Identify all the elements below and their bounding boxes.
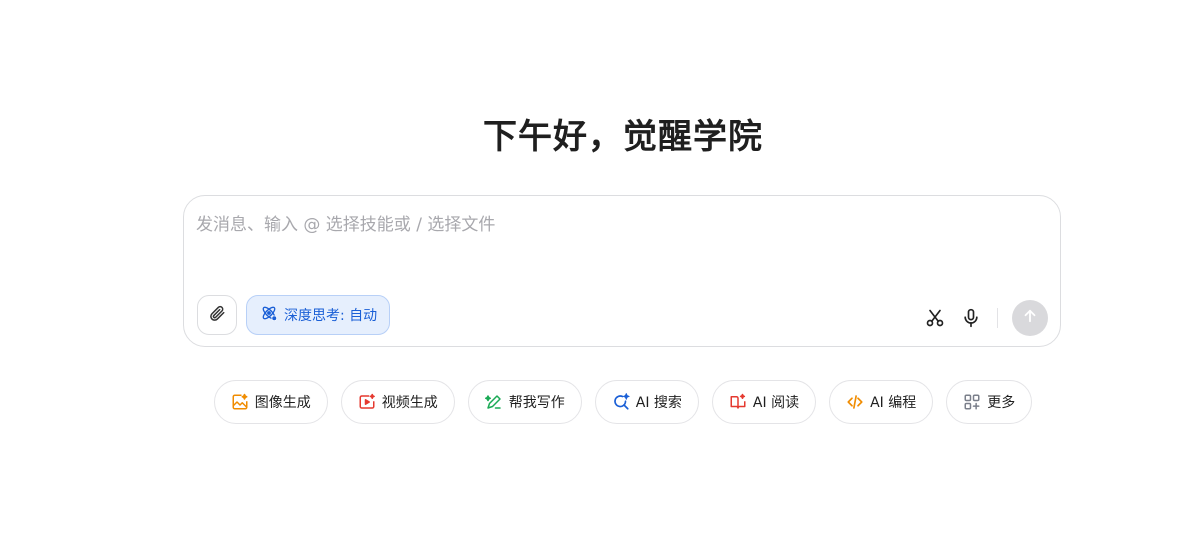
- greeting-title: 下午好，觉醒学院: [483, 117, 763, 157]
- chip-label: 更多: [987, 395, 1016, 411]
- chip-label: AI 搜索: [635, 395, 682, 411]
- book-sparkle-icon: [729, 393, 747, 411]
- chip-video-generation[interactable]: 视频生成: [340, 380, 455, 424]
- chip-image-generation[interactable]: 图像生成: [213, 380, 328, 424]
- page: 下午好，觉醒学院 深度思考: 自动: [0, 0, 1194, 559]
- pen-icon: [484, 393, 503, 411]
- chip-ai-reading[interactable]: AI 阅读: [711, 380, 817, 424]
- chip-label: 帮我写作: [508, 395, 565, 411]
- video-gen-icon: [358, 393, 376, 411]
- chip-label: 视频生成: [381, 395, 438, 411]
- message-composer: 深度思考: 自动: [183, 195, 1061, 347]
- arrow-up-icon: [1021, 307, 1039, 329]
- chip-more[interactable]: 更多: [946, 380, 1033, 424]
- deep-think-toggle[interactable]: 深度思考: 自动: [246, 295, 391, 335]
- chip-label: AI 阅读: [752, 395, 800, 411]
- paperclip-icon: [208, 304, 226, 326]
- message-input[interactable]: [196, 210, 1036, 270]
- chip-label: 图像生成: [254, 395, 311, 411]
- code-icon: [846, 393, 864, 411]
- composer-tools: [923, 300, 1048, 336]
- atom-icon: [260, 304, 278, 326]
- attach-file-button[interactable]: [197, 295, 237, 335]
- chip-label: AI 编程: [870, 395, 917, 411]
- quick-actions: 图像生成 视频生成 帮我写作 AI 搜索 AI 阅读 AI 编程 更多: [0, 380, 1194, 424]
- tools-divider: [997, 308, 998, 328]
- search-sparkle-icon: [612, 393, 630, 411]
- chip-ai-search[interactable]: AI 搜索: [594, 380, 699, 424]
- image-gen-icon: [231, 393, 249, 411]
- chip-ai-coding[interactable]: AI 编程: [829, 380, 934, 424]
- microphone-icon[interactable]: [959, 306, 983, 330]
- scissors-icon[interactable]: [923, 306, 947, 330]
- chip-writing[interactable]: 帮我写作: [467, 380, 582, 424]
- deep-think-label: 深度思考: 自动: [284, 308, 378, 324]
- send-button[interactable]: [1012, 300, 1048, 336]
- grid-plus-icon: [963, 393, 981, 411]
